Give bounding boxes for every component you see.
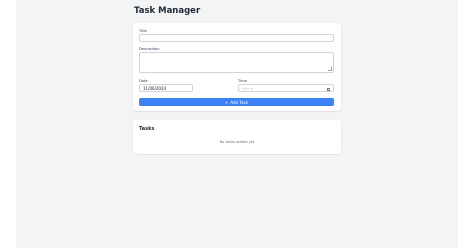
time-input[interactable]: --:-- -- [238, 84, 334, 92]
description-textarea[interactable] [139, 52, 334, 73]
task-form-card: Title Description Date 11/06/2024 Time -… [133, 23, 341, 111]
title-label: Title [139, 29, 147, 33]
page-title: Task Manager [134, 6, 201, 16]
date-input[interactable]: 11/06/2024 [139, 84, 193, 92]
tasks-heading: Tasks [139, 126, 155, 132]
add-task-button[interactable]: + Add Task [139, 98, 334, 106]
calendar-icon[interactable] [327, 87, 330, 91]
date-input-value: 11/06/2024 [143, 85, 167, 91]
tasks-card: Tasks No tasks added yet [133, 120, 341, 154]
time-label: Time [238, 79, 247, 83]
resize-handle-icon[interactable] [328, 67, 332, 71]
title-input[interactable] [139, 34, 334, 42]
empty-state-message: No tasks added yet [219, 140, 255, 144]
plus-icon: + [224, 99, 229, 105]
date-label: Date [139, 79, 148, 83]
add-task-label: Add Task [230, 99, 248, 105]
description-label: Description [139, 47, 160, 51]
time-input-value: --:-- -- [242, 85, 254, 91]
